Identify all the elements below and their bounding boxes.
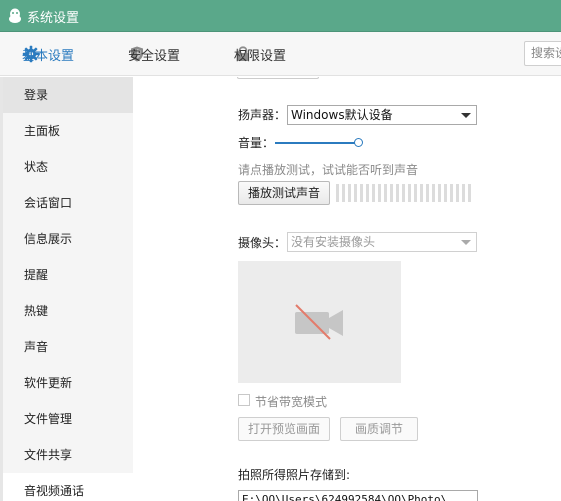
- tab-security-settings[interactable]: 安全设置: [128, 32, 180, 76]
- sidebar-item-sound[interactable]: 声音: [3, 329, 133, 365]
- speaker-select[interactable]: Windows默认设备: [287, 105, 477, 125]
- camera-label: 摄像头：: [238, 236, 287, 250]
- tab-permission-settings[interactable]: 权限设置: [234, 32, 286, 76]
- photo-save-path-input[interactable]: E:\QQ\Users\624992584\QQ\Photo\: [238, 490, 478, 501]
- volume-slider-track[interactable]: [275, 142, 359, 144]
- tab-label: 基本设置: [22, 48, 75, 64]
- chevron-down-icon: [461, 113, 471, 118]
- search-input[interactable]: 搜索设置: [524, 41, 561, 66]
- image-quality-button[interactable]: 画质调节: [340, 417, 418, 441]
- tab-basic-settings[interactable]: 基本设置: [22, 32, 74, 76]
- camera-preview-area: [238, 261, 401, 383]
- settings-sidebar: 登录 主面板 状态 会话窗口 信息展示 提醒 热键 声音 软件更新 文件管理 文…: [0, 77, 133, 501]
- sidebar-item-status[interactable]: 状态: [3, 149, 133, 185]
- volume-label: 音量：: [238, 136, 275, 150]
- audio-level-meter: [336, 184, 471, 202]
- chevron-down-icon: [461, 240, 471, 245]
- sidebar-item-info-display[interactable]: 信息展示: [3, 221, 133, 257]
- sidebar-item-main-panel[interactable]: 主面板: [3, 113, 133, 149]
- photo-save-label: 拍照所得照片存储到:: [238, 468, 351, 482]
- camera-off-icon: [295, 304, 343, 340]
- settings-tab-bar: 基本设置 安全设置 权限设置 搜索设置: [0, 32, 561, 76]
- settings-content: 扬声器： Windows默认设备 音量： 请点播放测试，试试能否听到声音 播放测…: [133, 77, 561, 501]
- volume-slider-handle[interactable]: [354, 138, 363, 147]
- sidebar-item-chat-window[interactable]: 会话窗口: [3, 185, 133, 221]
- sidebar-item-software-update[interactable]: 软件更新: [3, 365, 133, 401]
- bandwidth-saving-checkbox[interactable]: [238, 394, 250, 406]
- previous-section-edge: [237, 77, 319, 79]
- sidebar-item-reminders[interactable]: 提醒: [3, 257, 133, 293]
- sidebar-item-login[interactable]: 登录: [3, 77, 133, 113]
- open-preview-button[interactable]: 打开预览画面: [238, 417, 330, 441]
- qq-penguin-icon: [9, 8, 21, 23]
- sound-test-hint: 请点播放测试，试试能否听到声音: [238, 163, 419, 177]
- play-test-sound-button[interactable]: 播放测试声音: [238, 181, 330, 205]
- camera-select-value: 没有安装摄像头: [291, 235, 376, 249]
- tab-label: 权限设置: [234, 48, 287, 64]
- sidebar-item-file-management[interactable]: 文件管理: [3, 401, 133, 437]
- window-title: 系统设置: [27, 11, 80, 26]
- camera-select[interactable]: 没有安装摄像头: [287, 232, 477, 252]
- sidebar-item-av-call[interactable]: 音视频通话: [3, 473, 133, 501]
- speaker-label: 扬声器：: [238, 108, 287, 122]
- bandwidth-saving-label: 节省带宽模式: [255, 395, 328, 409]
- sidebar-item-file-sharing[interactable]: 文件共享: [3, 437, 133, 473]
- tab-label: 安全设置: [128, 48, 181, 64]
- sidebar-item-hotkeys[interactable]: 热键: [3, 293, 133, 329]
- speaker-select-value: Windows默认设备: [291, 108, 393, 122]
- title-bar: 系统设置: [0, 0, 561, 32]
